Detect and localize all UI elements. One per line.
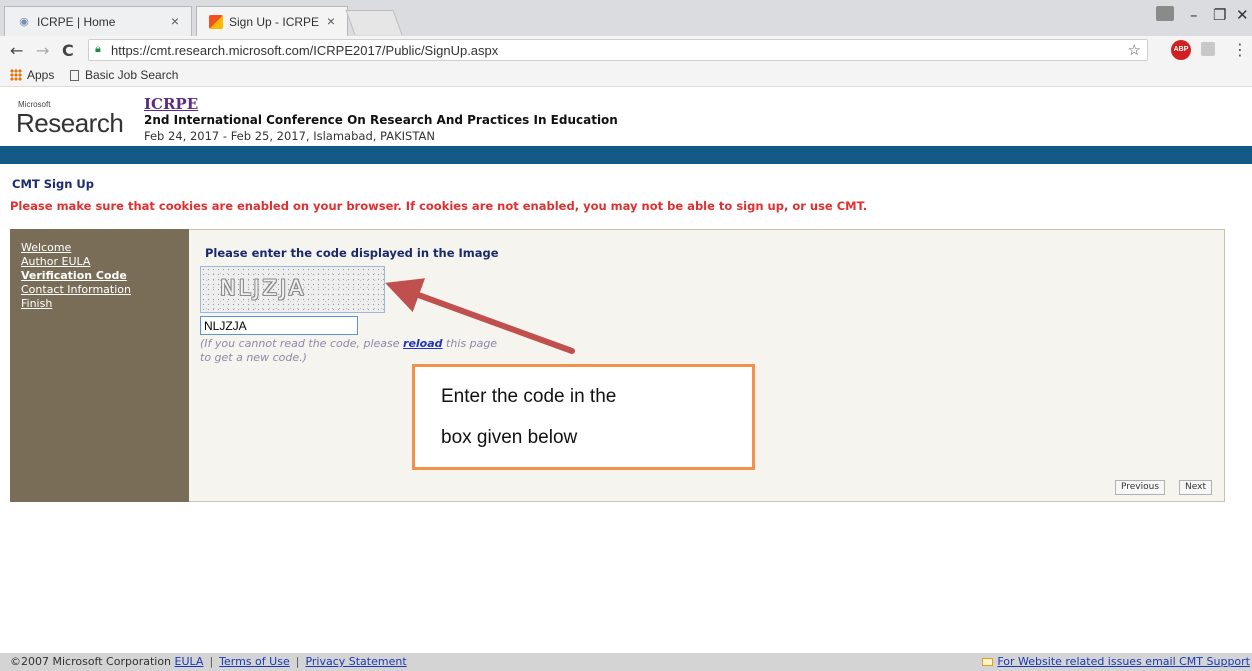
browser-toolbar: ← → C 🔒︎ https://cmt.research.microsoft.…	[0, 36, 1252, 65]
forward-arrow-icon[interactable]: →	[36, 41, 49, 60]
browser-tab-strip: ◉ ICRPE | Home × Sign Up - ICRPE × – ❐ ✕	[0, 0, 1252, 36]
mail-icon	[982, 658, 994, 666]
close-window-icon[interactable]: ✕	[1236, 6, 1249, 24]
sidebar-item-finish[interactable]: Finish	[21, 297, 52, 310]
minimize-icon[interactable]: –	[1190, 6, 1198, 24]
tab-close-icon[interactable]: ×	[171, 13, 179, 29]
signup-steps-sidebar: Welcome Author EULA Verification Code Co…	[10, 229, 189, 502]
new-tab-button[interactable]	[345, 10, 403, 35]
previous-button[interactable]: Previous	[1115, 480, 1166, 495]
address-bar[interactable]: 🔒︎ https://cmt.research.microsoft.com/IC…	[88, 39, 1148, 61]
captcha-text: NLJZJA	[220, 276, 307, 300]
bookmark-apps[interactable]: Apps	[10, 68, 54, 82]
tab-close-icon[interactable]: ×	[327, 13, 335, 29]
sidebar-item-welcome[interactable]: Welcome	[21, 241, 71, 254]
bookmark-label: Basic Job Search	[85, 68, 179, 82]
sidebar-item-verification-code[interactable]: Verification Code	[21, 269, 127, 282]
lock-icon: 🔒︎	[95, 43, 101, 55]
cmt-favicon-icon	[209, 15, 223, 29]
bookmark-basic-job-search[interactable]: Basic Job Search	[70, 68, 178, 82]
page-icon	[70, 70, 79, 81]
hint-text: (If you cannot read the code, please	[200, 337, 404, 350]
verification-code-input[interactable]	[200, 316, 358, 335]
footer-separator: |	[295, 655, 300, 668]
conference-acronym-link[interactable]: ICRPE	[144, 95, 198, 113]
page-footer: ©2007 Microsoft Corporation EULA | Terms o…	[0, 653, 1252, 671]
captcha-prompt: Please enter the code displayed in the I…	[205, 246, 499, 260]
copyright-text: ©2007 Microsoft Corporation	[10, 655, 172, 668]
research-logo: Research	[16, 108, 124, 138]
tab-title: ICRPE | Home	[37, 15, 116, 29]
next-button[interactable]: Next	[1179, 480, 1212, 495]
tab-sign-up[interactable]: Sign Up - ICRPE ×	[196, 6, 348, 36]
privacy-statement-link[interactable]: Privacy Statement	[305, 655, 406, 668]
callout-line-2: box given below	[441, 427, 578, 448]
terms-of-use-link[interactable]: Terms of Use	[219, 655, 290, 668]
address-url: https://cmt.research.microsoft.com/ICRPE…	[111, 43, 499, 58]
support-email-link[interactable]: For Website related issues email CMT Sup…	[997, 655, 1250, 668]
eula-link[interactable]: EULA	[175, 655, 204, 668]
restore-icon[interactable]: ❐	[1213, 6, 1226, 24]
back-arrow-icon[interactable]: ←	[10, 41, 23, 60]
profile-icon[interactable]	[1156, 6, 1174, 21]
bookmark-label: Apps	[27, 68, 55, 82]
sidebar-item-author-eula[interactable]: Author EULA	[21, 255, 90, 268]
conference-name: 2nd International Conference On Research…	[144, 113, 618, 127]
apps-grid-icon	[10, 69, 22, 81]
tab-title: Sign Up - ICRPE	[229, 15, 320, 29]
chrome-menu-icon[interactable]: ⋮	[1232, 40, 1248, 59]
sidebar-item-contact-information[interactable]: Contact Information	[21, 283, 131, 296]
tab-icrpe-home[interactable]: ◉ ICRPE | Home ×	[4, 6, 192, 36]
annotation-arrow	[385, 278, 575, 354]
conference-dates: Feb 24, 2017 - Feb 25, 2017, Islamabad, …	[144, 129, 435, 143]
bookmark-star-icon[interactable]: ☆	[1128, 41, 1141, 59]
page-title: CMT Sign Up	[12, 177, 94, 191]
header-bar	[0, 146, 1252, 164]
globe-icon: ◉	[19, 16, 29, 28]
extension-icon[interactable]	[1201, 42, 1215, 56]
hint-text: to get a new code.)	[200, 351, 307, 364]
callout-line-1: Enter the code in the	[441, 386, 617, 407]
bookmarks-bar: Apps Basic Job Search	[0, 64, 1252, 87]
reload-icon[interactable]: C	[62, 41, 74, 60]
footer-separator: |	[209, 655, 214, 668]
annotation-callout: Enter the code in the box given below	[412, 364, 755, 470]
cookie-warning: Please make sure that cookies are enable…	[10, 199, 868, 213]
adblock-icon[interactable]: ABP	[1171, 40, 1191, 60]
